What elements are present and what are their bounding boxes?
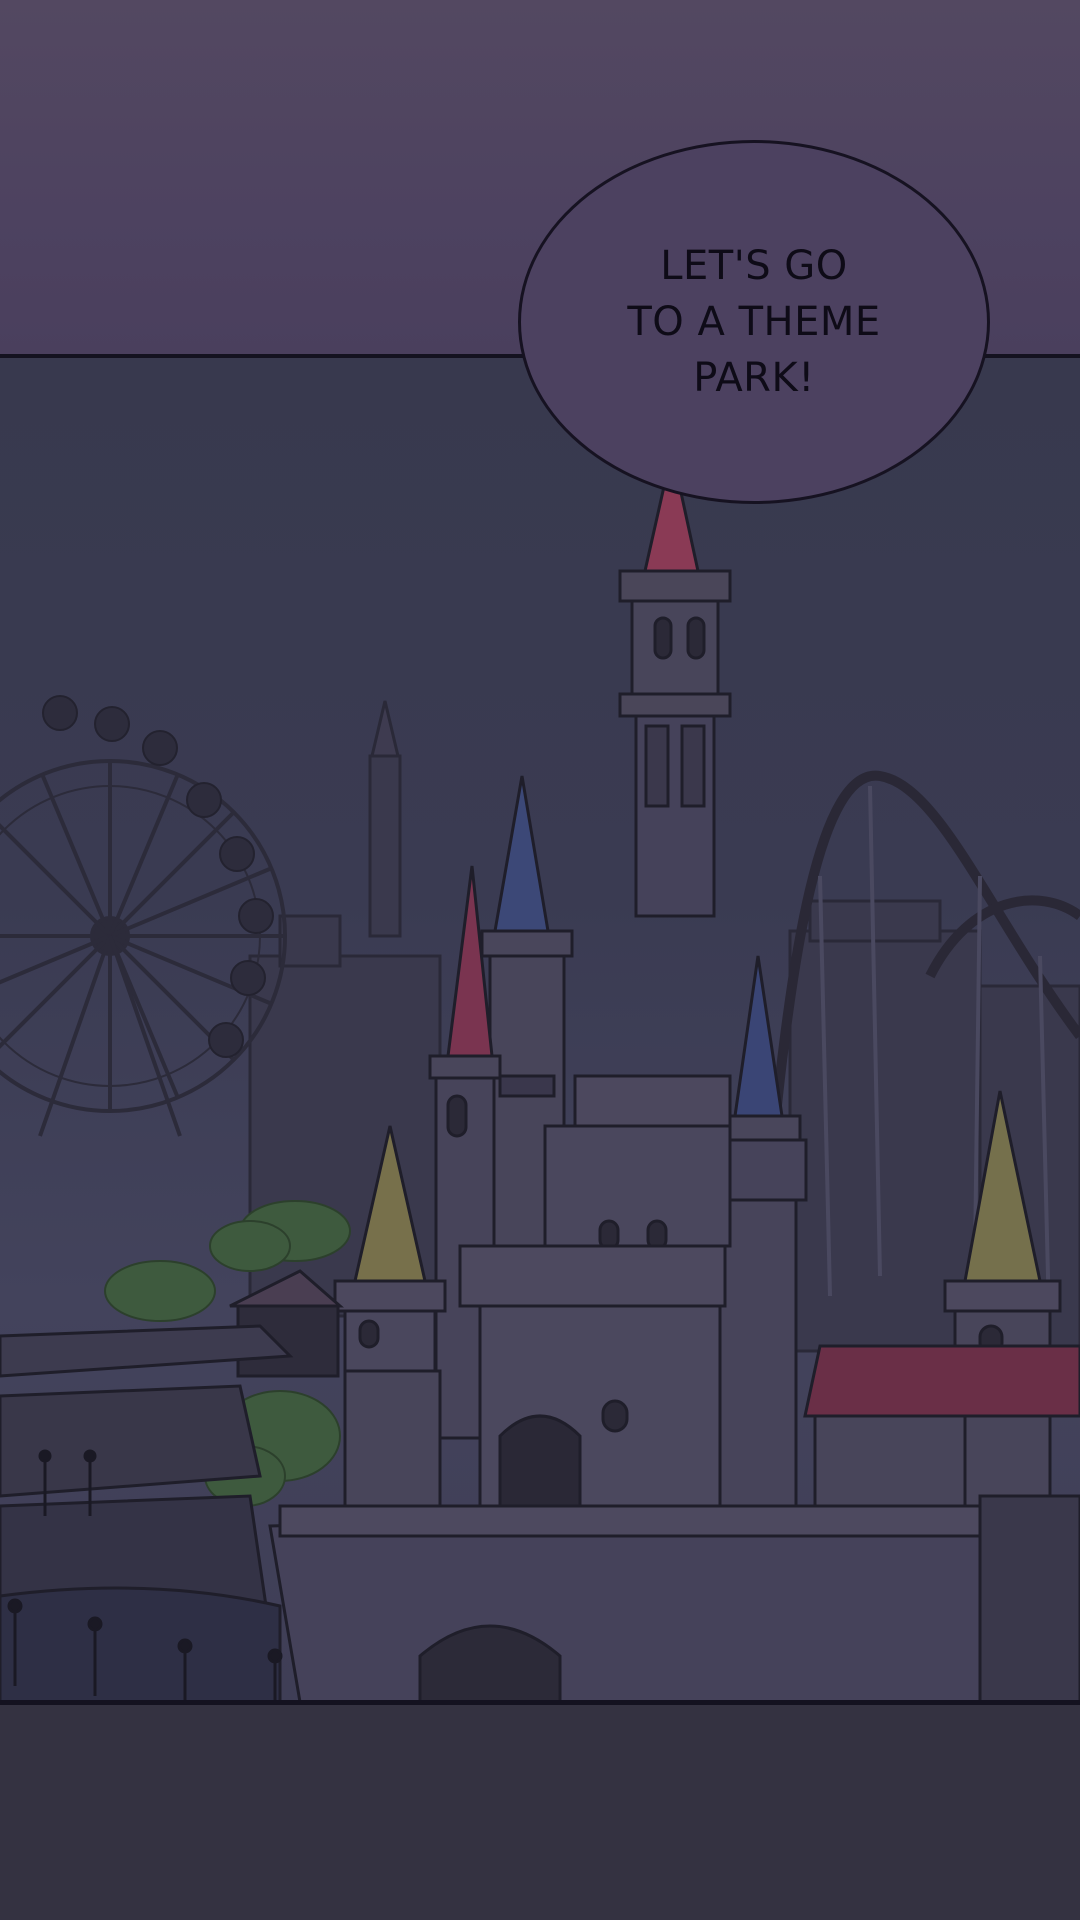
ferris-wheel-gondolas — [42, 695, 274, 1058]
speech-bubble: LET'S GO TO A THEME PARK! — [518, 140, 990, 504]
comic-page: LET'S GO TO A THEME PARK! — [0, 0, 1080, 1920]
ferris-wheel-icon — [0, 759, 287, 1137]
speech-bubble-text: LET'S GO TO A THEME PARK! — [627, 243, 881, 401]
bottom-gutter — [0, 1705, 1080, 1920]
theme-park-illustration — [0, 450, 1080, 1702]
theme-park-panel — [0, 356, 1080, 1702]
